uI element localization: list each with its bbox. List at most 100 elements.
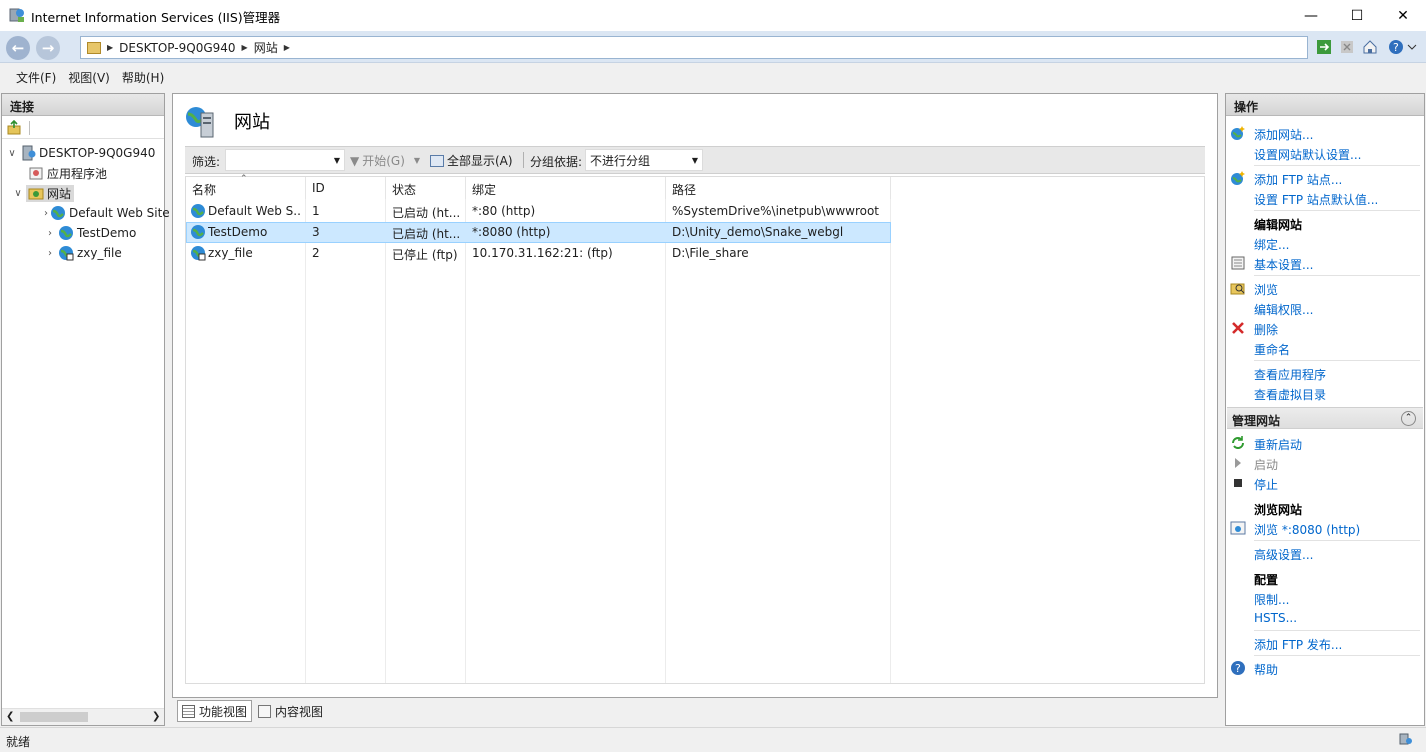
add-ftp-link[interactable]: 添加 FTP 站点... xyxy=(1254,171,1342,188)
maximize-button[interactable]: ☐ xyxy=(1334,0,1380,31)
col-header-status[interactable]: 状态 xyxy=(386,177,466,199)
advanced-settings-link[interactable]: 高级设置... xyxy=(1254,546,1313,563)
tree-node-app-pools[interactable]: 应用程序池 xyxy=(6,163,164,183)
start-link[interactable]: 启动 xyxy=(1254,456,1278,473)
connect-icon[interactable] xyxy=(6,119,22,136)
table-row-selected[interactable]: TestDemo 3 已启动 (ht... *:8080 (http) D:\U… xyxy=(186,222,891,243)
restart-link[interactable]: 重新启动 xyxy=(1254,436,1302,453)
status-text: 就绪 xyxy=(6,735,31,749)
edit-site-heading: 编辑网站 xyxy=(1254,218,1303,232)
window-title: Internet Information Services (IIS)管理器 xyxy=(31,10,281,25)
help-link[interactable]: 帮助 xyxy=(1254,661,1278,678)
menu-view[interactable]: 视图(V) xyxy=(68,69,110,86)
svg-text:?: ? xyxy=(1393,41,1399,54)
tree-node-site[interactable]: › TestDemo xyxy=(6,223,164,243)
tree-node-site[interactable]: › zxy_file xyxy=(6,243,164,263)
status-bar: 就绪 xyxy=(0,727,1426,752)
connections-toolbar xyxy=(2,117,164,139)
filter-input[interactable]: ▼ xyxy=(225,149,345,171)
col-header-path[interactable]: 路径 xyxy=(666,177,891,199)
breadcrumb[interactable]: ▶ DESKTOP-9Q0G940 ▶ 网站 ▶ xyxy=(80,36,1308,59)
site-defaults-link[interactable]: 设置网站默认设置... xyxy=(1254,146,1361,163)
group-by-label: 分组依据: xyxy=(530,155,583,169)
actions-panel: 操作 添加网站... 设置网站默认设置... 添加 FTP 站点... 设置 F… xyxy=(1225,93,1425,726)
home-icon[interactable] xyxy=(1360,37,1380,57)
collapse-icon[interactable]: ⌃ xyxy=(1401,411,1416,426)
funnel-icon: ▼ xyxy=(350,153,360,168)
col-header-binding[interactable]: 绑定 xyxy=(466,177,666,199)
refresh-icon[interactable] xyxy=(1314,37,1334,57)
table-row[interactable]: zxy_file 2 已停止 (ftp) 10.170.31.162:21: (… xyxy=(186,243,891,264)
sites-header-icon xyxy=(183,104,219,138)
breadcrumb-sites[interactable]: 网站 xyxy=(254,39,278,56)
globe-icon xyxy=(190,224,206,240)
show-all-icon xyxy=(430,154,444,167)
folder-site-icon xyxy=(87,41,101,54)
bindings-link[interactable]: 绑定... xyxy=(1254,236,1289,253)
browse-icon xyxy=(1230,520,1246,536)
delete-icon xyxy=(1230,320,1246,336)
content-panel: 网站 筛选: ▼ ▼ 开始(G) ▼ 全部显示(A) 分组依据: 不进行分组 ▼ 名… xyxy=(172,93,1218,698)
menu-file[interactable]: 文件(F) xyxy=(16,69,56,86)
iis-app-icon xyxy=(9,7,25,23)
help-dropdown-icon[interactable]: ? xyxy=(1387,37,1419,57)
restart-icon xyxy=(1230,435,1246,451)
tree-node-site[interactable]: › Default Web Site xyxy=(6,203,170,223)
page-title: 网站 xyxy=(234,112,270,133)
delete-link[interactable]: 删除 xyxy=(1254,321,1278,338)
add-site-icon xyxy=(1230,125,1246,141)
address-bar: ← → ▶ DESKTOP-9Q0G940 ▶ 网站 ▶ ? xyxy=(0,31,1426,63)
globe-icon xyxy=(58,225,74,241)
config-heading: 配置 xyxy=(1254,573,1279,587)
minimize-button[interactable]: — xyxy=(1288,0,1334,31)
scroll-right-icon[interactable]: ❯ xyxy=(152,711,160,722)
start-icon xyxy=(1230,455,1246,471)
back-button[interactable]: ← xyxy=(6,36,30,60)
forward-button[interactable]: → xyxy=(36,36,60,60)
filter-bar: 筛选: ▼ ▼ 开始(G) ▼ 全部显示(A) 分组依据: 不进行分组 ▼ xyxy=(185,146,1205,174)
tree-node-server[interactable]: ∨ DESKTOP-9Q0G940 xyxy=(6,143,164,163)
breadcrumb-server[interactable]: DESKTOP-9Q0G940 xyxy=(119,41,235,55)
show-all-button[interactable]: 全部显示(A) xyxy=(430,152,513,169)
col-header-name[interactable]: 名称 ⌃ xyxy=(186,174,306,199)
go-button[interactable]: ▼ 开始(G) ▼ xyxy=(350,152,420,169)
hsts-link[interactable]: HSTS... xyxy=(1254,611,1297,625)
group-by-select[interactable]: 不进行分组 ▼ xyxy=(585,149,703,171)
sort-arrow-icon: ⌃ xyxy=(240,174,248,184)
connections-panel: 连接 ∨ DESKTOP-9Q0G940 应用程序池 ∨ 网站 › Defaul… xyxy=(1,93,170,726)
tab-features-view[interactable]: 功能视图 xyxy=(177,700,253,722)
table-row[interactable]: Default Web S... 1 已启动 (ht... *:80 (http… xyxy=(186,201,891,222)
view-vdirs-link[interactable]: 查看虚拟目录 xyxy=(1254,386,1326,403)
add-ftp-publish-link[interactable]: 添加 FTP 发布... xyxy=(1254,636,1342,653)
limits-link[interactable]: 限制... xyxy=(1254,591,1289,608)
rename-link[interactable]: 重命名 xyxy=(1254,341,1290,358)
horizontal-scrollbar[interactable]: ❮ ❯ xyxy=(2,708,164,725)
col-header-id[interactable]: ID xyxy=(306,177,386,199)
edit-permissions-link[interactable]: 编辑权限... xyxy=(1254,301,1313,318)
add-site-link[interactable]: 添加网站... xyxy=(1254,126,1313,143)
network-status-icon xyxy=(1398,732,1414,748)
tab-content-view[interactable]: 内容视图 xyxy=(254,700,327,722)
view-apps-link[interactable]: 查看应用程序 xyxy=(1254,366,1326,383)
menu-help[interactable]: 帮助(H) xyxy=(122,69,164,86)
basic-settings-link[interactable]: 基本设置... xyxy=(1254,256,1313,273)
manage-site-heading: 管理网站 xyxy=(1232,414,1281,428)
help-icon: ? xyxy=(1230,660,1246,676)
scroll-thumb[interactable] xyxy=(20,712,88,722)
scroll-left-icon[interactable]: ❮ xyxy=(6,711,14,722)
svg-text:?: ? xyxy=(1235,662,1241,675)
stop-link[interactable]: 停止 xyxy=(1254,476,1278,493)
explore-link[interactable]: 浏览 xyxy=(1254,281,1278,298)
browse-site-heading: 浏览网站 xyxy=(1254,503,1303,517)
ftp-defaults-link[interactable]: 设置 FTP 站点默认值... xyxy=(1254,191,1378,208)
browse-8080-link[interactable]: 浏览 *:8080 (http) xyxy=(1254,521,1360,538)
tree-node-sites[interactable]: ∨ 网站 xyxy=(6,183,164,203)
ftp-globe-icon xyxy=(190,245,206,261)
add-ftp-icon xyxy=(1230,170,1246,186)
view-tabs: 功能视图 内容视图 xyxy=(172,698,1218,724)
connections-tree: ∨ DESKTOP-9Q0G940 应用程序池 ∨ 网站 › Default W… xyxy=(6,143,170,263)
explore-icon xyxy=(1230,280,1246,296)
manage-site-header[interactable]: 管理网站 ⌃ xyxy=(1227,407,1423,429)
stop-icon[interactable] xyxy=(1337,37,1357,57)
close-button[interactable]: ✕ xyxy=(1380,0,1426,31)
